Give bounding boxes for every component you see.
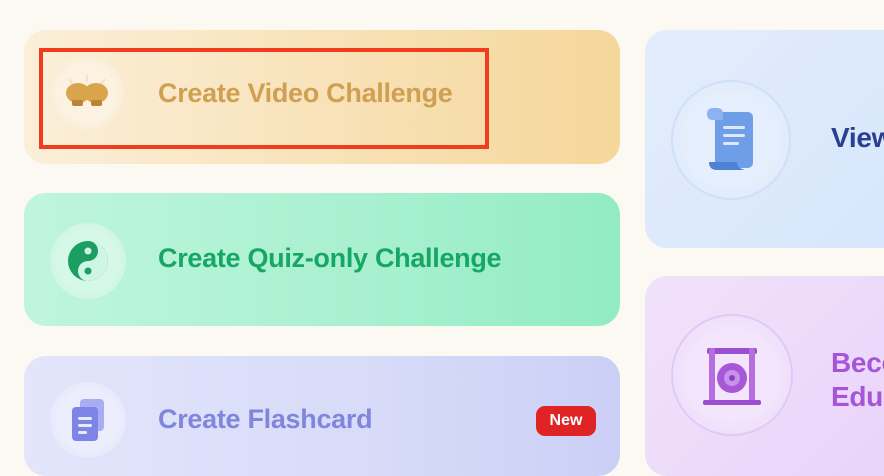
- scroll-icon: [671, 80, 791, 200]
- become-educator-card[interactable]: Beco Edu: [645, 276, 884, 476]
- view-label: View: [831, 122, 884, 153]
- become-educator-label-line1: Beco: [831, 347, 884, 378]
- become-educator-label-line2: Edu: [831, 381, 883, 412]
- create-quiz-challenge-label: Create Quiz-only Challenge: [158, 243, 502, 273]
- create-flashcard-card[interactable]: Create Flashcard New: [24, 356, 620, 476]
- yin-yang-icon: [50, 223, 126, 299]
- highlight-box: [39, 48, 489, 149]
- view-card[interactable]: View: [645, 30, 884, 248]
- create-flashcard-label: Create Flashcard: [158, 404, 373, 434]
- create-quiz-challenge-card[interactable]: Create Quiz-only Challenge: [24, 193, 620, 326]
- new-badge: New: [536, 406, 596, 436]
- gong-icon: [671, 314, 793, 436]
